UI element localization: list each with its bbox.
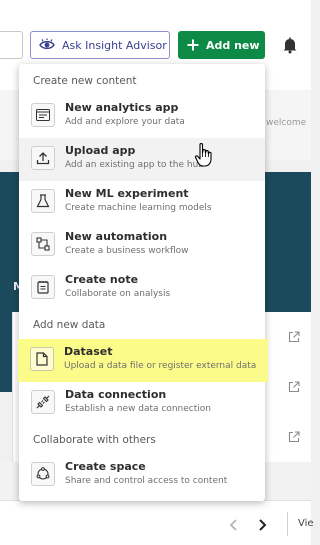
insight-button-label: Ask Insight Advisor [62, 38, 167, 52]
menu-item-title: Upload app [65, 144, 136, 157]
upload-icon [31, 146, 55, 170]
note-icon [31, 275, 55, 299]
analytics-app-icon [31, 103, 55, 127]
ask-insight-advisor-button[interactable]: Ask Insight Advisor [30, 31, 170, 59]
menu-item-title: Data connection [65, 388, 167, 401]
menu-item-description: Upload a data file or register external … [64, 361, 257, 371]
menu-item-description: Create machine learning models [65, 203, 212, 213]
add-new-button[interactable]: Add new [178, 31, 265, 59]
dataset-file-icon [30, 347, 54, 371]
automation-icon [31, 232, 55, 256]
menu-item-new-automation[interactable]: New automation Create a business workflo… [19, 224, 265, 267]
menu-item-description: Create a business workflow [65, 246, 189, 256]
menu-item-description: Establish a new data connection [65, 404, 211, 414]
menu-item-description: Share and control access to content [65, 476, 228, 486]
chevron-right-icon[interactable] [256, 518, 268, 532]
menu-item-create-space[interactable]: Create space Share and control access to… [19, 454, 265, 497]
add-new-label: Add new [206, 38, 260, 52]
menu-item-data-connection[interactable]: Data connection Establish a new data con… [19, 382, 265, 425]
menu-item-description: Add and explore your data [65, 117, 185, 127]
menu-item-title: Create space [65, 460, 146, 473]
menu-item-new-ml-experiment[interactable]: New ML experiment Create machine learnin… [19, 181, 265, 224]
pager-divider [287, 512, 288, 536]
hand-pointer-cursor-icon [194, 142, 212, 167]
connection-plug-icon [31, 390, 55, 414]
menu-item-create-note[interactable]: Create note Collaborate on analysis [19, 267, 265, 310]
menu-item-title: New automation [65, 230, 168, 243]
external-link-icon[interactable] [288, 431, 300, 443]
menu-item-title: Create note [65, 273, 139, 286]
section-header-add-data: Add new data [33, 319, 106, 331]
welcome-text-fragment: welcome [266, 118, 307, 128]
menu-item-dataset[interactable]: Dataset Upload a data file or register e… [18, 339, 268, 382]
menu-item-description: Add an existing app to the hub [65, 160, 205, 170]
search-input[interactable] [0, 31, 23, 59]
insight-eye-icon [39, 38, 55, 50]
plus-icon [187, 39, 199, 51]
menu-item-title: Dataset [64, 345, 113, 358]
section-header-collaborate: Collaborate with others [33, 434, 156, 446]
flask-icon [31, 189, 55, 213]
external-link-icon[interactable] [288, 331, 300, 343]
space-icon [31, 462, 55, 486]
external-link-icon[interactable] [288, 381, 300, 393]
menu-item-title: New ML experiment [65, 187, 189, 200]
notifications-bell-icon[interactable] [281, 36, 299, 54]
menu-item-description: Collaborate on analysis [65, 289, 171, 299]
chevron-left-icon[interactable] [228, 518, 240, 532]
section-header-create-content: Create new content [33, 75, 137, 87]
menu-item-new-analytics-app[interactable]: New analytics app Add and explore your d… [19, 95, 265, 138]
view-label-fragment: Vie [298, 518, 314, 529]
menu-item-upload-app[interactable]: Upload app Add an existing app to the hu… [19, 138, 265, 181]
add-new-dropdown-menu: Create new content New analytics app Add… [18, 64, 268, 501]
menu-item-title: New analytics app [65, 101, 179, 114]
